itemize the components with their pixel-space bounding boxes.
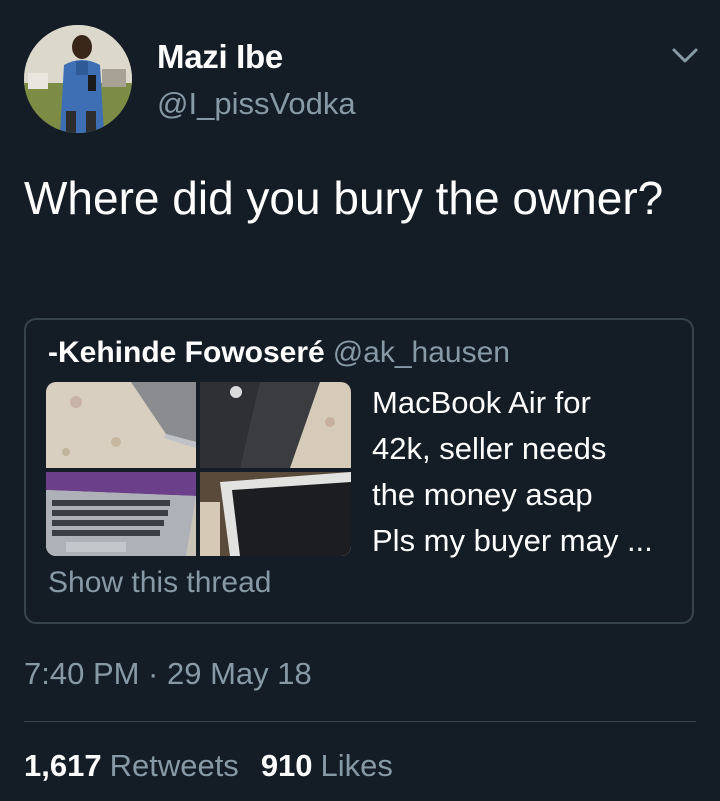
media-image[interactable] <box>200 382 351 468</box>
retweets-count: 1,617 <box>24 748 102 783</box>
quoted-author-handle: @ak_hausen <box>332 336 510 369</box>
author-handle[interactable]: @I_pissVodka <box>157 86 356 122</box>
media-image[interactable] <box>46 472 196 556</box>
tweet-text: Where did you bury the owner? <box>24 172 664 224</box>
author-display-name[interactable]: Mazi Ibe <box>157 38 283 76</box>
likes-count: 910 <box>260 748 313 783</box>
quoted-tweet-text: MacBook Air for 42k, seller needs the mo… <box>372 385 653 558</box>
quoted-tweet-author: -Kehinde Fowoseré @ak_hausen <box>48 336 510 370</box>
tweet-timestamp[interactable]: 7:40 PM · 29 May 18 <box>24 656 312 692</box>
chevron-down-icon[interactable] <box>670 44 700 66</box>
retweets-label: Retweets <box>109 748 239 783</box>
show-thread-link[interactable]: Show this thread <box>48 566 271 600</box>
retweets-stat[interactable]: 1,617 Retweets <box>24 748 239 783</box>
divider <box>24 721 696 722</box>
quoted-tweet[interactable]: -Kehinde Fowoseré @ak_hausen MacBook Air… <box>24 318 694 624</box>
likes-label: Likes <box>320 748 393 783</box>
likes-stat[interactable]: 910 Likes <box>261 748 393 783</box>
media-image[interactable] <box>46 382 196 468</box>
quoted-media-grid[interactable] <box>46 382 351 556</box>
avatar-photo <box>24 25 132 133</box>
tweet-card: Mazi Ibe @I_pissVodka Where did you bury… <box>0 0 720 801</box>
avatar[interactable] <box>24 25 132 133</box>
media-image[interactable] <box>200 472 351 556</box>
quoted-author-name: -Kehinde Fowoseré <box>48 336 325 369</box>
tweet-stats: 1,617 Retweets 910 Likes <box>24 748 393 784</box>
